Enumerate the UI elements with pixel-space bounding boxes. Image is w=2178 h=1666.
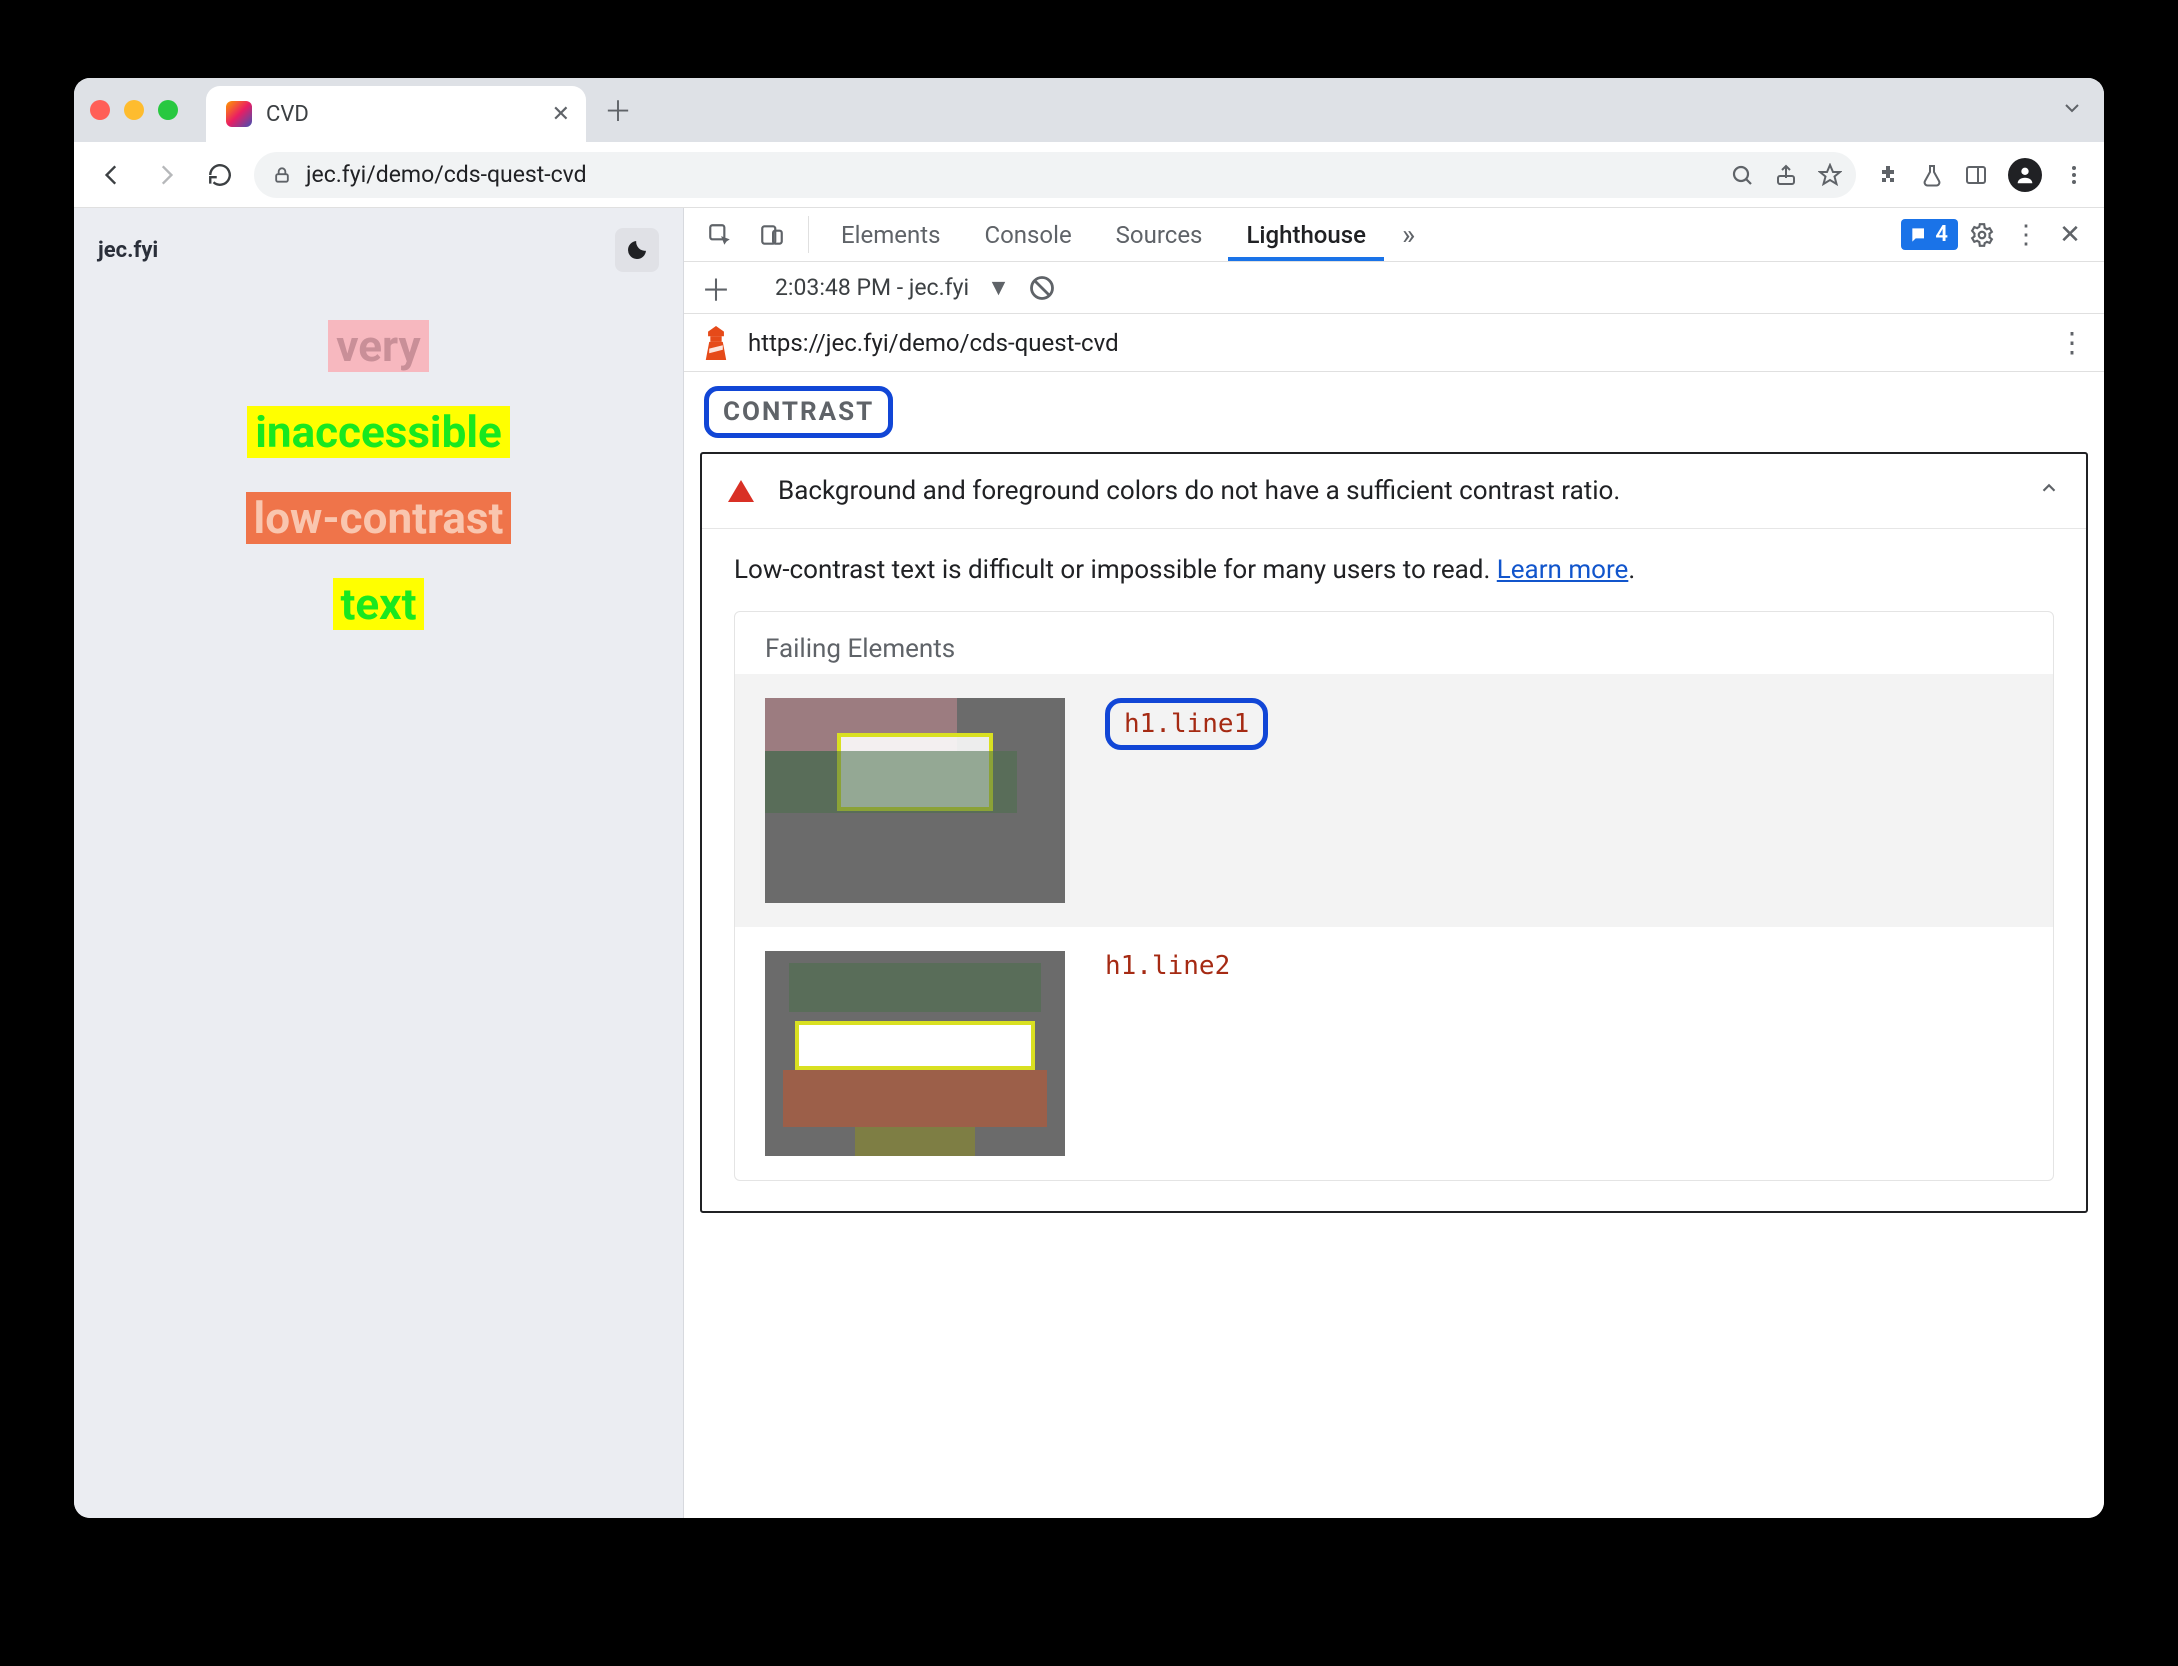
audit-content: CONTRAST Background and foreground color… [684,372,2104,1213]
forward-button[interactable] [146,155,186,195]
theme-toggle-button[interactable] [615,228,659,272]
tab-sources[interactable]: Sources [1098,208,1221,261]
audit-title: Background and foreground colors do not … [778,476,1620,506]
tab-strip: CVD ✕ ＋ [74,78,2104,142]
reload-button[interactable] [200,155,240,195]
failing-row-2[interactable]: h1.line2 [735,927,2053,1180]
window-controls [90,78,178,142]
element-selector: h1.line1 [1105,698,1268,750]
demo-text-column: very inaccessible low-contrast text [74,320,683,630]
search-icon[interactable] [1730,163,1754,187]
minimize-window-button[interactable] [124,100,144,120]
demo-line-4: text [333,578,425,630]
learn-more-link[interactable]: Learn more [1497,555,1629,585]
extensions-icon[interactable] [1876,163,1900,187]
browser-toolbar: jec.fyi/demo/cds-quest-cvd [74,142,2104,208]
demo-line-3: low-contrast [246,492,512,544]
demo-line-1: very [328,320,428,372]
clear-icon[interactable] [1028,274,1056,302]
report-selector-label[interactable]: 2:03:48 PM - jec.fyi [775,274,969,301]
element-selector: h1.line2 [1105,951,1230,981]
inspect-element-icon[interactable] [698,208,742,261]
browser-tab[interactable]: CVD ✕ [206,86,586,142]
audit-card: Background and foreground colors do not … [700,452,2088,1213]
element-thumbnail [765,698,1065,903]
fullscreen-window-button[interactable] [158,100,178,120]
address-bar[interactable]: jec.fyi/demo/cds-quest-cvd [254,152,1856,198]
sidepanel-icon[interactable] [1964,163,1988,187]
close-window-button[interactable] [90,100,110,120]
report-url: https://jec.fyi/demo/cds-quest-cvd [748,329,1119,357]
share-icon[interactable] [1774,163,1798,187]
demo-line-2: inaccessible [247,406,509,458]
window-menu-icon[interactable] [2060,96,2084,125]
kebab-menu-icon[interactable] [2062,163,2086,187]
webpage-viewport: jec.fyi very inaccessible low-contrast t… [74,208,684,1518]
warning-triangle-icon [728,480,754,502]
audit-card-header[interactable]: Background and foreground colors do not … [702,454,2086,529]
element-thumbnail [765,951,1065,1156]
section-contrast-label: CONTRAST [704,386,893,438]
labs-icon[interactable] [1920,163,1944,187]
devtools-menu-icon[interactable]: ⋮ [2006,220,2046,250]
close-tab-icon[interactable]: ✕ [552,102,570,127]
lighthouse-icon [702,326,730,360]
audit-card-body: Low-contrast text is difficult or imposs… [702,529,2086,1211]
site-name: jec.fyi [98,238,158,263]
profile-avatar[interactable] [2008,158,2042,192]
url-text: jec.fyi/demo/cds-quest-cvd [306,161,1716,188]
tab-elements[interactable]: Elements [823,208,958,261]
audit-description: Low-contrast text is difficult or imposs… [734,555,1497,585]
devtools-tabbar: Elements Console Sources Lighthouse » 4 … [684,208,2104,262]
failing-row-1[interactable]: h1.line1 [735,674,2053,927]
failing-elements: Failing Elements h1.line1 [734,611,2054,1181]
tab-lighthouse[interactable]: Lighthouse [1228,208,1384,261]
tab-console[interactable]: Console [966,208,1089,261]
new-report-button[interactable]: ＋ [698,266,734,310]
failing-elements-label: Failing Elements [735,612,2053,674]
settings-gear-icon[interactable] [1962,222,2002,248]
issues-badge[interactable]: 4 [1901,219,1958,250]
report-url-bar: https://jec.fyi/demo/cds-quest-cvd ⋮ [684,314,2104,372]
toolbar-right [1876,158,2086,192]
browser-window: CVD ✕ ＋ jec.fyi/demo/cds-quest-cvd [74,78,2104,1518]
devtools-panel: Elements Console Sources Lighthouse » 4 … [684,208,2104,1518]
omnibox-actions [1730,163,1842,187]
report-selector-caret-icon[interactable]: ▼ [987,274,1010,301]
new-tab-button[interactable]: ＋ [596,88,640,132]
lock-icon [272,165,292,185]
lighthouse-toolbar: ＋ 2:03:48 PM - jec.fyi ▼ [684,262,2104,314]
back-button[interactable] [92,155,132,195]
report-menu-icon[interactable]: ⋮ [2058,326,2086,359]
device-toolbar-icon[interactable] [750,208,794,261]
devtools-close-icon[interactable]: ✕ [2050,220,2090,250]
star-icon[interactable] [1818,163,1842,187]
chevron-up-icon[interactable] [2038,476,2060,506]
tab-favicon [226,101,252,127]
issues-count: 4 [1935,222,1948,247]
tab-title: CVD [266,102,538,127]
tabs-overflow-icon[interactable]: » [1392,208,1425,261]
